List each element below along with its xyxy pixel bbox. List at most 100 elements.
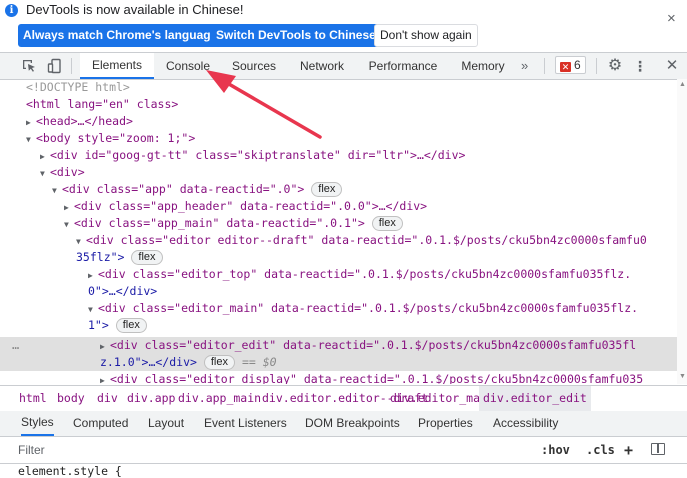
body-node: <body style="zoom: 1;">: [36, 131, 196, 145]
tab-sources[interactable]: Sources: [222, 53, 286, 79]
tree-line[interactable]: ▶ <div id="goog-gt-tt" class="skiptransla…: [0, 147, 677, 164]
flex-badge[interactable]: flex: [371, 216, 403, 231]
toggle-sidebar-icon[interactable]: [651, 443, 665, 455]
dom-node: <div class="editor_edit" data-reactid=".…: [110, 338, 637, 352]
tree-line-selected: z.1.0">…</div> flex == $0: [0, 354, 677, 371]
tree-line: 0">…</div>: [0, 283, 677, 300]
collapse-triangle-icon[interactable]: ▼: [88, 301, 98, 318]
inspect-element-icon[interactable]: [19, 56, 39, 76]
collapse-triangle-icon[interactable]: ▼: [76, 233, 86, 250]
collapse-triangle-icon[interactable]: ▼: [64, 216, 74, 233]
tree-line[interactable]: ▼ <div class="app_main" data-reactid=".0.…: [0, 215, 677, 232]
toolbar-divider: [596, 58, 597, 74]
scroll-down-arrow-icon[interactable]: ▼: [679, 373, 686, 380]
class-toggle[interactable]: .cls: [586, 437, 615, 463]
more-tabs-icon[interactable]: »: [521, 53, 528, 79]
error-icon: ✕: [560, 62, 571, 72]
tree-line[interactable]: ▼ <div class="editor editor--draft" data-…: [0, 232, 677, 249]
close-devtools-icon[interactable]: ✕: [662, 56, 682, 76]
dom-node: <div id="goog-gt-tt" class="skiptranslat…: [50, 148, 466, 162]
more-options-icon[interactable]: ⋮: [630, 56, 650, 76]
tree-line: 35flz"> flex: [0, 249, 677, 266]
flex-badge[interactable]: flex: [203, 355, 235, 370]
collapse-triangle-icon[interactable]: ▼: [40, 165, 50, 182]
expand-triangle-icon[interactable]: ▶: [40, 148, 50, 165]
tab-properties[interactable]: Properties: [418, 411, 473, 436]
tree-line: 1"> flex: [0, 317, 677, 334]
breadcrumb-item[interactable]: div.app_main: [178, 386, 261, 411]
tab-accessibility[interactable]: Accessibility: [493, 411, 558, 436]
toolbar-divider: [544, 58, 545, 74]
dom-node: <div class="editor_top" data-reactid=".0…: [98, 267, 632, 281]
tab-console[interactable]: Console: [156, 53, 220, 79]
switch-to-chinese-button[interactable]: Switch DevTools to Chinese: [211, 24, 381, 47]
scroll-up-arrow-icon[interactable]: ▲: [679, 81, 686, 88]
flex-badge[interactable]: flex: [115, 318, 147, 333]
element-style-rule: element.style {: [18, 464, 122, 478]
sidebar-tabs: Styles Computed Layout Event Listeners D…: [0, 411, 687, 437]
tree-line[interactable]: ▼ <div class="editor_main" data-reactid="…: [0, 300, 677, 317]
tree-scrollbar[interactable]: [677, 79, 687, 384]
breadcrumb-item-active[interactable]: div.editor_edit: [479, 386, 591, 411]
breadcrumb: html body div div.app div.app_main div.e…: [0, 385, 687, 412]
dom-node-continuation: 0">…</div>: [88, 284, 158, 298]
flex-badge[interactable]: flex: [131, 250, 163, 265]
node-actions-ellipsis-icon[interactable]: …: [12, 337, 19, 354]
tab-styles[interactable]: Styles: [21, 411, 54, 436]
tab-memory[interactable]: Memory: [452, 53, 514, 79]
tree-line[interactable]: ▶ <div class="app_header" data-reactid=".…: [0, 198, 677, 215]
tree-line-selected[interactable]: ▶ <div class="editor_edit" data-reactid="…: [0, 337, 677, 354]
devtools-main-toolbar: Elements Console Sources Network Perform…: [0, 52, 687, 80]
tree-line[interactable]: ▶ <div class="editor display" data-reacti…: [0, 371, 677, 384]
expand-triangle-icon[interactable]: ▶: [88, 267, 98, 284]
tab-elements[interactable]: Elements: [80, 53, 154, 79]
infobar-close-icon[interactable]: ×: [667, 10, 676, 27]
tab-computed[interactable]: Computed: [73, 411, 128, 436]
expand-triangle-icon[interactable]: ▶: [64, 199, 74, 216]
tab-network[interactable]: Network: [290, 53, 354, 79]
dom-node-continuation: z.1.0">…</div>: [100, 355, 197, 369]
dom-node: <div class="app_header" data-reactid=".0…: [74, 199, 428, 213]
collapse-triangle-icon[interactable]: ▼: [26, 131, 36, 148]
breadcrumb-item[interactable]: body: [57, 386, 85, 411]
new-style-rule-button[interactable]: +: [624, 437, 633, 463]
html-node: <html lang="en" class>: [26, 97, 179, 111]
breadcrumb-item[interactable]: div: [97, 386, 118, 411]
tree-line[interactable]: <html lang="en" class>: [0, 96, 677, 113]
dont-show-again-button[interactable]: Don't show again: [374, 24, 478, 47]
collapse-triangle-icon[interactable]: ▼: [52, 182, 62, 199]
dom-node: <div class="editor editor--draft" data-r…: [86, 233, 647, 247]
selected-node-marker: == $0: [241, 355, 277, 369]
language-infobar: i DevTools is now available in Chinese! …: [0, 0, 687, 50]
dom-node: <div class="app" data-reactid=".0">: [62, 182, 305, 196]
elements-dom-tree: <!DOCTYPE html> <html lang="en" class> ▶…: [0, 79, 677, 384]
dom-node: <div class="editor display" data-reactid…: [110, 372, 644, 384]
tree-line[interactable]: ▼ <div>: [0, 164, 677, 181]
tab-layout[interactable]: Layout: [148, 411, 184, 436]
tree-line[interactable]: ▶ <div class="editor_top" data-reactid=".…: [0, 266, 677, 283]
breadcrumb-item[interactable]: div.app: [127, 386, 175, 411]
infobar-message: DevTools is now available in Chinese!: [26, 2, 244, 17]
hover-state-toggle[interactable]: :hov: [541, 437, 570, 463]
tab-event-listeners[interactable]: Event Listeners: [204, 411, 287, 436]
match-language-button[interactable]: Always match Chrome's language: [18, 24, 223, 47]
expand-triangle-icon[interactable]: ▶: [100, 338, 110, 355]
tree-line[interactable]: ▼ <div class="app" data-reactid=".0"> fle…: [0, 181, 677, 198]
error-count-badge[interactable]: ✕ 6: [555, 56, 586, 74]
flex-badge[interactable]: flex: [311, 182, 343, 197]
tab-performance[interactable]: Performance: [360, 53, 446, 79]
dom-node-continuation: 1">: [88, 318, 109, 332]
dom-node-continuation: 35flz">: [76, 250, 125, 264]
tree-line[interactable]: ▼ <body style="zoom: 1;">: [0, 130, 677, 147]
breadcrumb-item[interactable]: html: [19, 386, 47, 411]
styles-filter-input[interactable]: Filter: [18, 437, 45, 463]
device-toolbar-icon[interactable]: [45, 56, 65, 76]
tree-line[interactable]: <!DOCTYPE html>: [0, 79, 677, 96]
dom-node: <div>: [50, 165, 85, 179]
head-node: <head>…</head>: [36, 114, 133, 128]
settings-gear-icon[interactable]: ⚙: [605, 56, 625, 76]
tab-dom-breakpoints[interactable]: DOM Breakpoints: [305, 411, 400, 436]
tree-line[interactable]: ▶ <head>…</head>: [0, 113, 677, 130]
expand-triangle-icon[interactable]: ▶: [26, 114, 36, 131]
expand-triangle-icon[interactable]: ▶: [100, 372, 110, 384]
